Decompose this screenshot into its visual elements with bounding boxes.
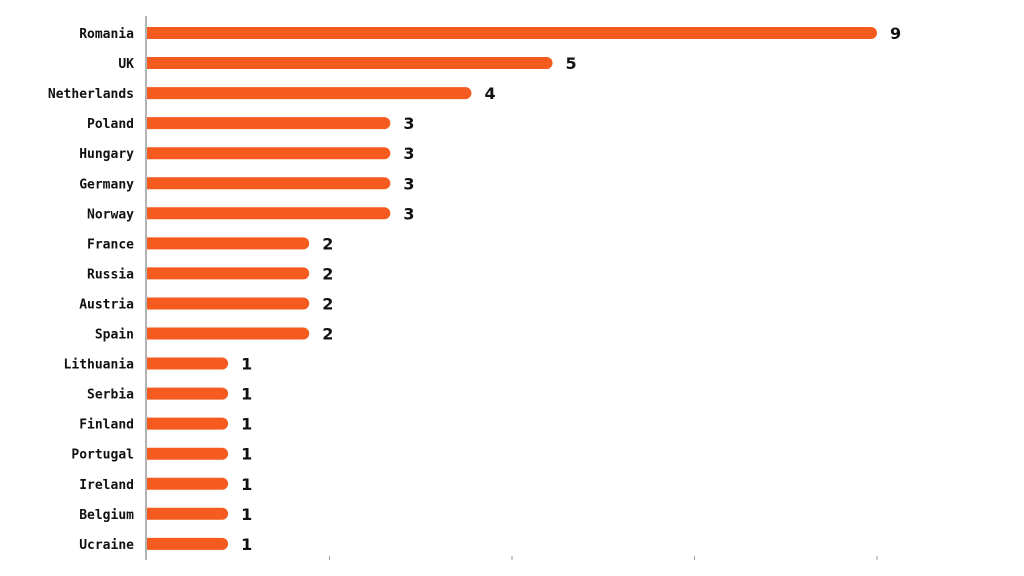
value-label: 3 — [403, 204, 414, 223]
category-label: Germany — [79, 177, 134, 192]
category-label: Finland — [79, 418, 134, 433]
bar-poland — [147, 117, 391, 130]
bar-france — [147, 237, 310, 250]
value-label: 5 — [566, 54, 577, 73]
value-label: 1 — [241, 535, 252, 554]
category-label: Serbia — [87, 388, 134, 403]
value-label: 1 — [241, 385, 252, 404]
value-label: 1 — [241, 445, 252, 464]
category-label: Spain — [95, 328, 134, 343]
category-label: Ucraine — [79, 538, 134, 553]
value-label: 9 — [890, 24, 901, 43]
bar-spain — [147, 327, 310, 340]
bar-chart: Romania UK Netherlands Poland Hungary Germany… — [48, 16, 901, 560]
category-label: Romania — [79, 27, 134, 42]
value-labels: 9 5 4 3 3 3 3 2 2 2 2 1 1 1 1 1 1 1 — [241, 24, 901, 554]
value-label: 1 — [241, 505, 252, 524]
bar-norway — [147, 207, 391, 220]
category-label: Portugal — [71, 448, 134, 463]
value-label: 1 — [241, 475, 252, 494]
bar-serbia — [147, 387, 229, 400]
value-label: 4 — [484, 84, 495, 103]
value-label: 3 — [403, 114, 414, 133]
value-label: 3 — [403, 174, 414, 193]
bar-hungary — [147, 147, 391, 160]
bar-finland — [147, 417, 229, 430]
bar-austria — [147, 297, 310, 310]
value-label: 2 — [322, 325, 333, 344]
value-label: 3 — [403, 144, 414, 163]
category-label: Netherlands — [48, 87, 134, 102]
category-label: Lithuania — [64, 358, 135, 373]
bar-russia — [147, 267, 310, 280]
bar-uk — [147, 57, 553, 70]
category-label: Ireland — [79, 478, 134, 493]
bar-ireland — [147, 477, 229, 490]
value-label: 1 — [241, 415, 252, 434]
category-label: Russia — [87, 267, 134, 282]
category-labels: Romania UK Netherlands Poland Hungary Germany… — [48, 27, 134, 553]
x-axis-ticks — [329, 556, 878, 560]
value-label: 1 — [241, 355, 252, 374]
bar-romania — [147, 27, 877, 39]
category-label: Norway — [87, 207, 134, 222]
value-label: 2 — [322, 294, 333, 313]
category-label: UK — [118, 57, 134, 72]
category-label: Austria — [79, 297, 134, 312]
bar-germany — [147, 177, 391, 190]
bar-lithuania — [147, 357, 229, 370]
bars-group — [147, 27, 877, 550]
bar-ucraine — [147, 537, 229, 550]
category-label: Hungary — [79, 147, 134, 162]
category-label: France — [87, 237, 134, 252]
bar-belgium — [147, 507, 229, 520]
value-label: 2 — [322, 234, 333, 253]
bar-portugal — [147, 447, 229, 460]
category-label: Poland — [87, 117, 134, 132]
category-label: Belgium — [79, 508, 134, 523]
value-label: 2 — [322, 264, 333, 283]
bar-netherlands — [147, 87, 472, 100]
